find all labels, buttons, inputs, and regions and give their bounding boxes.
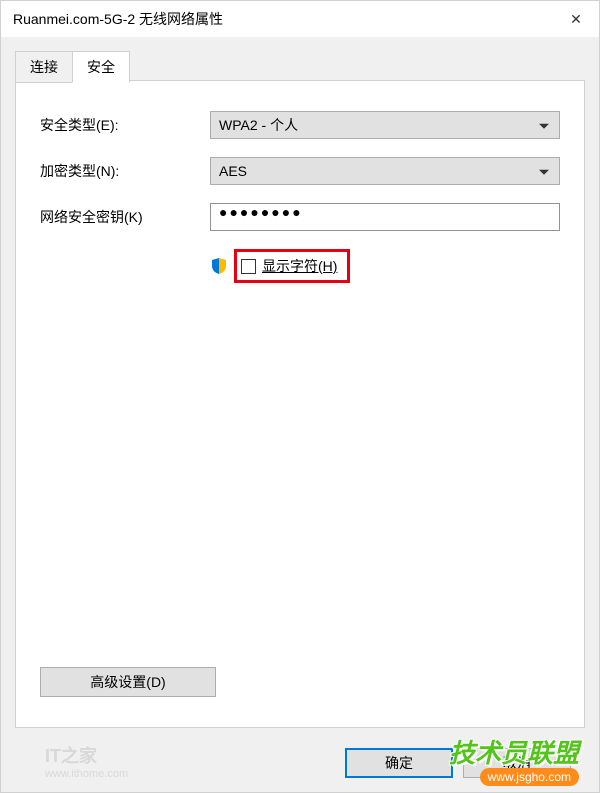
dialog-window: Ruanmei.com-5G-2 无线网络属性 ✕ 连接 安全 安全类型(E):… [0,0,600,793]
cancel-button[interactable]: 取消 [463,748,571,778]
label-security-type: 安全类型(E): [40,115,210,135]
titlebar: Ruanmei.com-5G-2 无线网络属性 ✕ [1,1,599,37]
input-network-key[interactable]: ●●●●●●●● [210,203,560,231]
content-area: 连接 安全 安全类型(E): WPA2 - 个人 加密类型(N): [1,37,599,792]
highlight-box: 显示字符(H) [234,249,350,283]
tab-panel-security: 安全类型(E): WPA2 - 个人 加密类型(N): AES [15,80,585,728]
row-show-chars: 显示字符(H) [210,249,560,283]
dropdown-value: WPA2 - 个人 [219,115,298,135]
advanced-settings-button[interactable]: 高级设置(D) [40,667,216,697]
row-security-type: 安全类型(E): WPA2 - 个人 [40,111,560,139]
row-encryption: 加密类型(N): AES [40,157,560,185]
close-button[interactable]: ✕ [553,1,599,37]
row-network-key: 网络安全密钥(K) ●●●●●●●● [40,203,560,231]
label-show-chars[interactable]: 显示字符(H) [262,256,337,276]
dropdown-value: AES [219,163,247,179]
dropdown-encryption[interactable]: AES [210,157,560,185]
dropdown-security-type[interactable]: WPA2 - 个人 [210,111,560,139]
label-encryption: 加密类型(N): [40,161,210,181]
tab-connect[interactable]: 连接 [15,51,73,83]
dialog-buttons: 确定 取消 [345,748,571,778]
checkbox-show-chars[interactable] [241,259,256,274]
tab-container: 连接 安全 安全类型(E): WPA2 - 个人 加密类型(N): [15,51,585,792]
tabs: 连接 安全 [15,51,585,83]
label-network-key: 网络安全密钥(K) [40,207,210,227]
ok-button[interactable]: 确定 [345,748,453,778]
window-title: Ruanmei.com-5G-2 无线网络属性 [13,9,223,29]
shield-icon [210,257,228,275]
tab-security[interactable]: 安全 [72,51,130,83]
